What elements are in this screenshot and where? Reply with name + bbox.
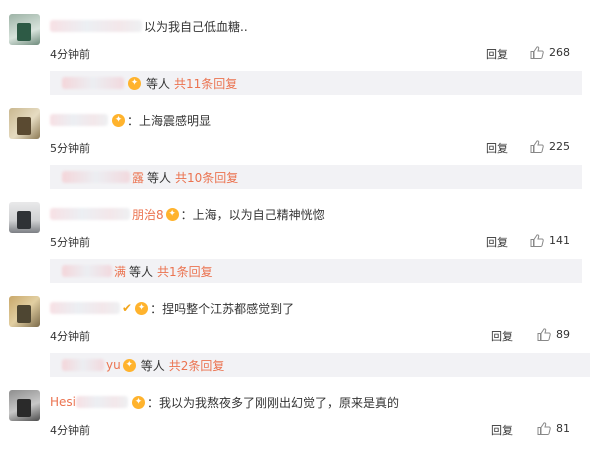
sub-suffix: 等人: [140, 358, 165, 373]
thumbs-up-icon: [530, 234, 544, 247]
comment-item: Hesi ✦ ：我以为我熬夜多了刚刚出幻觉了，原来是真的 4分钟前 回复 81: [0, 376, 594, 470]
comment-line: Hesi ✦ ：我以为我熬夜多了刚刚出幻觉了，原来是真的: [50, 394, 399, 410]
like-button[interactable]: 268: [530, 46, 570, 59]
sub-replies-bar[interactable]: yu ✦ 等人 共2条回复: [50, 353, 590, 377]
sub-replies-bar[interactable]: 露 等人 共10条回复: [50, 165, 582, 189]
sub-reply-count[interactable]: 共2条回复: [169, 357, 225, 374]
like-button[interactable]: 141: [530, 234, 570, 247]
fan-badge-icon: ✦: [112, 113, 125, 127]
comment-item: 以为我自己低血糖.. 4分钟前 回复 268 ✦ 等人 共11条回复: [0, 0, 594, 95]
blurred-username[interactable]: [50, 20, 142, 32]
reply-button[interactable]: 回复: [486, 46, 508, 62]
comment-line: 以为我自己低血糖..: [50, 18, 248, 34]
like-count: 268: [549, 46, 570, 59]
avatar[interactable]: [9, 202, 40, 233]
like-button[interactable]: 89: [537, 328, 570, 341]
sub-suffix: 等人: [147, 170, 172, 185]
comment-time: 4分钟前: [50, 48, 90, 61]
fan-badge-icon: ✦: [128, 76, 141, 90]
like-button[interactable]: 81: [537, 422, 570, 435]
username[interactable]: Hesi: [50, 395, 76, 409]
blurred-username[interactable]: [76, 396, 128, 408]
blurred-username[interactable]: [50, 208, 130, 220]
comment-text: ：上海震感明显: [127, 113, 212, 128]
fan-badge-icon: ✦: [132, 395, 145, 409]
reply-button[interactable]: 回复: [486, 234, 508, 250]
comment-time: 5分钟前: [50, 236, 90, 249]
blurred-username[interactable]: [62, 77, 124, 89]
thumbs-up-icon: [537, 422, 551, 435]
comment-line: 朋治8 ✦ ：上海，以为自己精神恍惚: [50, 206, 325, 222]
blurred-username[interactable]: [62, 359, 104, 371]
sub-replies-bar[interactable]: ✦ 等人 共11条回复: [50, 71, 582, 95]
reply-button[interactable]: 回复: [486, 140, 508, 156]
fan-badge-icon: ✦: [122, 358, 136, 372]
thumbs-up-icon: [530, 46, 544, 59]
thumbs-up-icon: [530, 140, 544, 153]
avatar[interactable]: [9, 390, 40, 421]
reply-button[interactable]: 回复: [491, 328, 513, 344]
blurred-username[interactable]: [62, 171, 130, 183]
comment-line: ✔ ✦ ：捏吗整个江苏都感觉到了: [50, 300, 294, 316]
thumbs-up-icon: [537, 328, 551, 341]
sub-username[interactable]: 露: [132, 169, 144, 186]
sub-username[interactable]: yu: [106, 358, 121, 372]
blurred-username[interactable]: [50, 114, 108, 126]
comment-time: 5分钟前: [50, 142, 90, 155]
avatar[interactable]: [9, 14, 40, 45]
sub-replies-bar[interactable]: 满 等人 共1条回复: [50, 259, 582, 283]
fan-badge-icon: ✦: [135, 301, 149, 315]
sub-suffix: 等人: [129, 264, 154, 279]
like-count: 225: [549, 140, 570, 153]
sub-username[interactable]: 满: [114, 263, 126, 280]
like-count: 81: [556, 422, 570, 435]
fan-badge-icon: ✦: [165, 207, 179, 221]
comment-time: 4分钟前: [50, 330, 90, 343]
blurred-username[interactable]: [50, 302, 120, 314]
sub-suffix: 等人: [146, 76, 171, 91]
reply-button[interactable]: 回复: [491, 422, 513, 438]
checkmark-icon: ✔: [122, 301, 133, 315]
comment-item: ✔ ✦ ：捏吗整个江苏都感觉到了 4分钟前 回复 89 yu ✦ 等人 共2条回…: [0, 282, 594, 377]
comment-text: ：捏吗整个江苏都感觉到了: [150, 301, 295, 316]
avatar[interactable]: [9, 296, 40, 327]
sub-reply-count[interactable]: 共1条回复: [157, 263, 213, 280]
username[interactable]: 朋治8: [132, 206, 164, 223]
comment-text: ：上海，以为自己精神恍惚: [180, 207, 325, 222]
comment-item: 朋治8 ✦ ：上海，以为自己精神恍惚 5分钟前 回复 141 满 等人 共1条回…: [0, 188, 594, 283]
blurred-username[interactable]: [62, 265, 112, 277]
like-count: 89: [556, 328, 570, 341]
avatar[interactable]: [9, 108, 40, 139]
comment-time: 4分钟前: [50, 424, 90, 437]
sub-reply-count[interactable]: 共10条回复: [175, 169, 238, 186]
comment-item: ✦ ：上海震感明显 5分钟前 回复 225 露 等人 共10条回复: [0, 94, 594, 189]
sub-reply-count[interactable]: 共11条回复: [174, 75, 237, 92]
like-count: 141: [549, 234, 570, 247]
comment-text: ：我以为我熬夜多了刚刚出幻觉了，原来是真的: [147, 395, 400, 410]
comment-line: ✦ ：上海震感明显: [50, 112, 211, 128]
comment-text: 以为我自己低血糖..: [144, 19, 248, 34]
like-button[interactable]: 225: [530, 140, 570, 153]
